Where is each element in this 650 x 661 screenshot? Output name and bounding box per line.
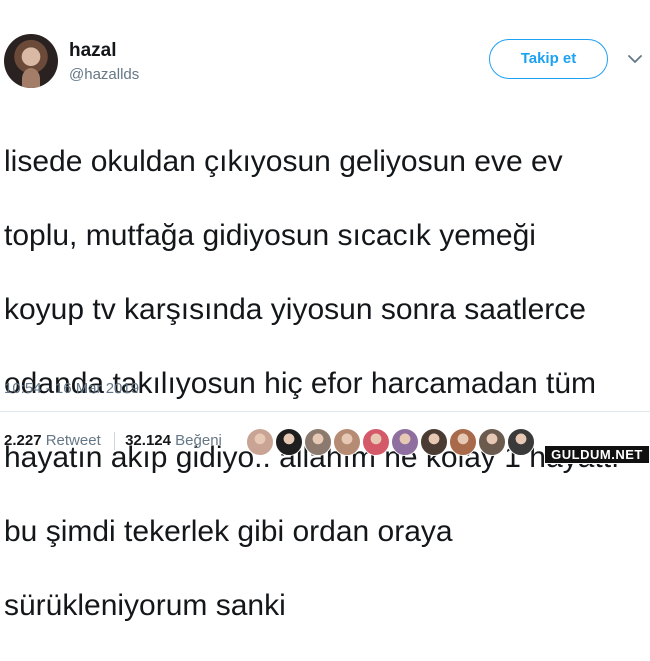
tweet-header: hazal @hazallds Takip et [0, 0, 650, 100]
liker-avatar[interactable] [304, 428, 332, 456]
liker-avatar[interactable] [362, 428, 390, 456]
like-count[interactable]: 32.124 [125, 432, 171, 449]
liker-avatar[interactable] [449, 428, 477, 456]
divider [0, 411, 650, 412]
display-name[interactable]: hazal [69, 40, 117, 62]
liker-avatar[interactable] [333, 428, 361, 456]
tweet-text-line: lisede okuldan çıkıyosun geliyosun eve e… [4, 145, 563, 178]
follow-button[interactable]: Takip et [489, 39, 608, 79]
watermark-logo: GULDUM.NET [544, 445, 650, 464]
tweet-text-line: toplu, mutfağa gidiyosun sıcacık yemeği [4, 219, 536, 252]
user-handle[interactable]: @hazallds [69, 66, 139, 83]
retweet-label[interactable]: Retweet [46, 432, 101, 449]
retweet-count[interactable]: 2.227 [4, 432, 42, 449]
liker-avatar[interactable] [391, 428, 419, 456]
tweet-text-line: koyup tv karşısında yiyosun sonra saatle… [4, 293, 586, 326]
tweet-timestamp[interactable]: 10:54 - 16 Mar 2019 [4, 380, 139, 397]
liker-avatar[interactable] [275, 428, 303, 456]
liker-avatar[interactable] [478, 428, 506, 456]
avatar[interactable] [4, 34, 58, 88]
liker-avatar[interactable] [507, 428, 535, 456]
tweet-text-line: bu şimdi tekerlek gibi ordan oraya [4, 515, 453, 548]
chevron-down-icon[interactable] [628, 54, 642, 64]
tweet-stats: 2.227 Retweet 32.124 Beğeni [4, 432, 222, 451]
liker-avatar[interactable] [246, 428, 274, 456]
tweet-text-line: sürükleniyorum sanki [4, 589, 286, 622]
liker-avatar[interactable] [420, 428, 448, 456]
like-label[interactable]: Beğeni [175, 432, 222, 449]
stats-separator [113, 432, 115, 451]
